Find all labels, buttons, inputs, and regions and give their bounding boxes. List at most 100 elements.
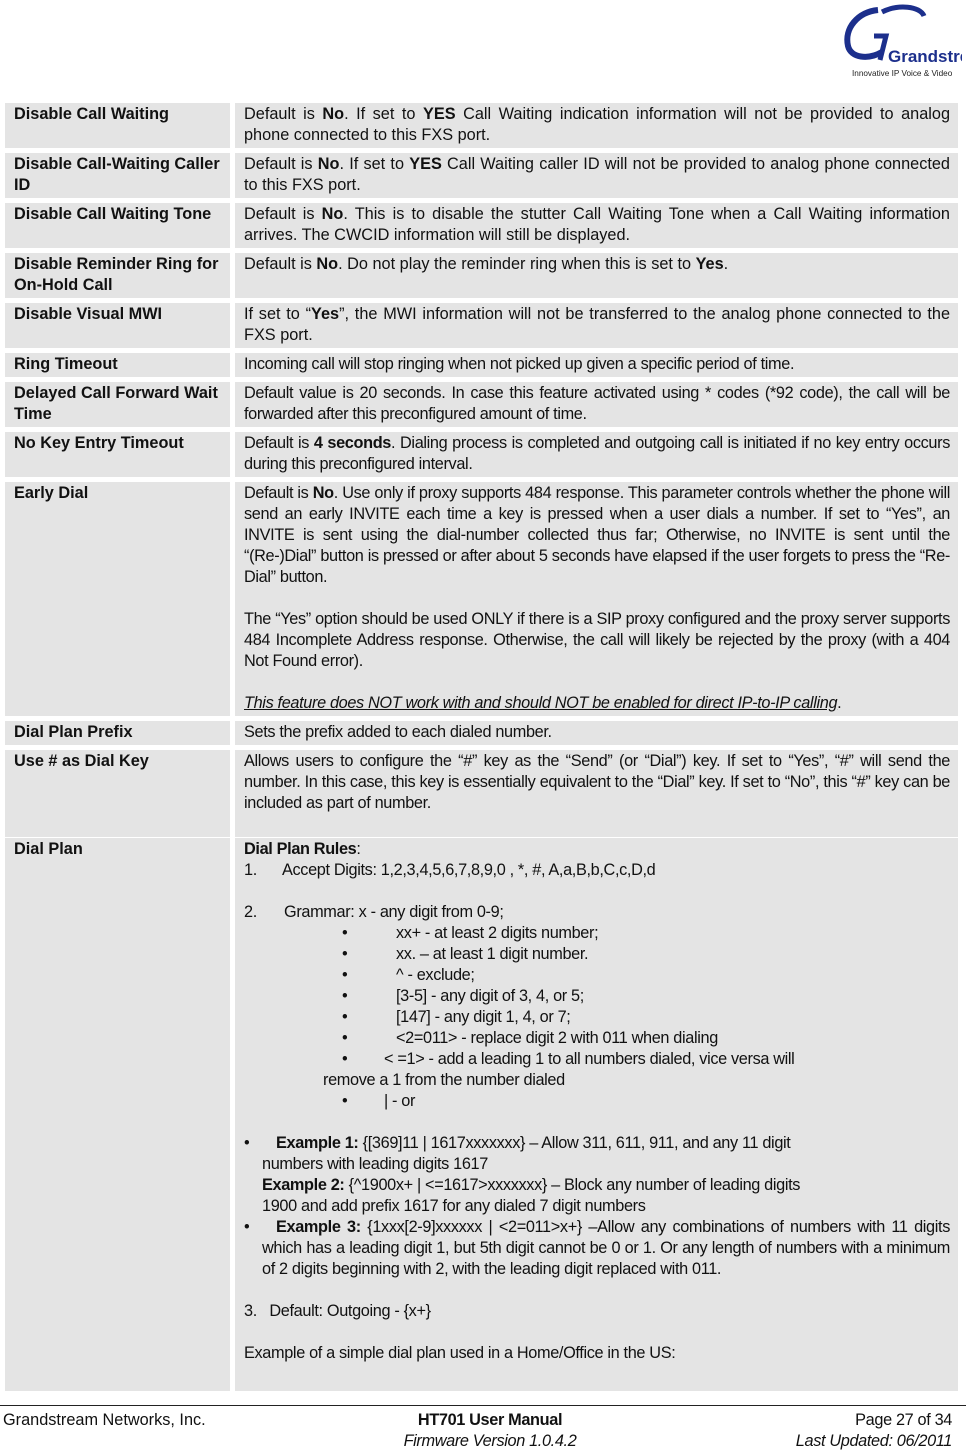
- bold-text: YES: [422, 105, 456, 123]
- row-description: Sets the prefix added to each dialed num…: [235, 721, 958, 745]
- row-description: Default is No. If set to YES Call Waitin…: [235, 103, 958, 148]
- row-description: If set to “Yes”, the MWI information wil…: [235, 303, 958, 348]
- text: Default is: [244, 255, 317, 273]
- row-description: Allows users to configure the “#” key as…: [235, 750, 958, 837]
- bullet-icon: •: [342, 1008, 348, 1026]
- footer-last-updated: Last Updated: 06/2011: [795, 1432, 953, 1450]
- text: Default is: [244, 434, 314, 452]
- grammar-item: • [147] - any digit 1, 4, or 7;: [244, 1007, 950, 1028]
- list-text: | - or: [384, 1092, 416, 1110]
- example-1: • Example 1: {[369]11 | 1617xxxxxxx} – A…: [244, 1133, 950, 1217]
- bold-text: 4 seconds: [313, 434, 392, 452]
- footer-manual-title: HT701 User Manual: [417, 1411, 563, 1429]
- list-number: 1.: [244, 861, 257, 879]
- row-label: Early Dial: [5, 482, 230, 716]
- bullet-icon: •: [342, 1092, 348, 1110]
- row-label: Disable Call-Waiting Caller ID: [5, 153, 230, 198]
- list-text: xx. – at least 1 digit number.: [396, 945, 589, 963]
- grammar-item: • xx+ - at least 2 digits number;: [244, 923, 950, 944]
- table-row: Disable Call-Waiting Caller ID Default is…: [5, 153, 958, 198]
- table-row: Disable Visual MWI If set to “Yes”, the M…: [5, 303, 958, 348]
- grammar-item: • | - or: [244, 1091, 950, 1112]
- heading-text: Dial Plan Rules: [244, 840, 357, 858]
- text: . Use only if proxy supports 484 respons…: [244, 484, 951, 586]
- table-row: Disable Call Waiting Tone Default is No. …: [5, 203, 958, 248]
- punct: :: [356, 840, 361, 858]
- bullet-icon: •: [342, 1050, 348, 1068]
- bold-text: Yes: [311, 305, 340, 323]
- grammar-item: • xx. – at least 1 digit number.: [244, 944, 950, 965]
- text: Default is: [244, 155, 318, 173]
- row-description: Default is 4 seconds. Dialing process is…: [235, 432, 958, 477]
- grammar-item: • ^ - exclude;: [244, 965, 950, 986]
- text: . Do not play the reminder ring when thi…: [338, 255, 696, 273]
- example-label: Example 3:: [276, 1218, 361, 1236]
- footer-page-number: Page 27 of 34: [855, 1411, 952, 1429]
- table-row: Delayed Call Forward Wait Time Default va…: [5, 382, 958, 427]
- early-dial-warning: This feature does NOT work with and shou…: [244, 694, 838, 712]
- row-description: Default is No. If set to YES Call Waitin…: [235, 153, 958, 198]
- list-text: < =1> - add a leading 1 to all numbers d…: [384, 1050, 795, 1068]
- logo-tagline: Innovative IP Voice & Video: [852, 69, 953, 78]
- dial-plan-table: Dial Plan Dial Plan Rules: 1. Accept Digi…: [5, 838, 958, 1396]
- label-text: Disable Call Waiting: [14, 105, 169, 123]
- table-row: No Key Entry Timeout Default is 4 seconds…: [5, 432, 958, 477]
- row-label: Disable Reminder Ring for On-Hold Call: [5, 253, 230, 298]
- footer-firmware: Firmware Version 1.0.4.2: [403, 1432, 577, 1450]
- label-text: No Key Entry Timeout: [14, 434, 184, 452]
- label-text: Disable Reminder Ring for On-Hold Call: [14, 255, 219, 294]
- list-text: xx+ - at least 2 digits number;: [396, 924, 599, 942]
- list-text: ^ - exclude;: [396, 966, 475, 984]
- table-row-use-hash-dial-key: Use # as Dial Key Allows users to config…: [5, 750, 958, 837]
- text: . This is to disable the stutter Call Wa…: [244, 205, 950, 244]
- text: Incoming call will stop ringing when not…: [244, 355, 795, 373]
- example-text: numbers with leading digits 1617: [262, 1155, 488, 1173]
- table-row: Disable Call Waiting Default is No. If se…: [5, 103, 958, 148]
- text: Default is: [244, 484, 313, 502]
- label-text: Disable Call-Waiting Caller ID: [14, 155, 220, 194]
- text: . If set to: [344, 105, 423, 123]
- label-text: Disable Call Waiting Tone: [14, 205, 212, 223]
- bold-text: No: [322, 105, 345, 123]
- grandstream-logo: Grandstream Innovative IP Voice & Video: [838, 2, 966, 82]
- label-text: Ring Timeout: [14, 355, 118, 373]
- table-row: Disable Reminder Ring for On-Hold Call De…: [5, 253, 958, 298]
- footer-page-info: Page 27 of 34 Last Updated: 06/2011: [795, 1410, 953, 1452]
- row-label: No Key Entry Timeout: [5, 432, 230, 477]
- bullet-icon: •: [342, 966, 348, 984]
- row-label: Disable Visual MWI: [5, 303, 230, 348]
- row-description: Default is No. This is to disable the st…: [235, 203, 958, 248]
- dial-plan-rules-heading: Dial Plan Rules:: [244, 839, 950, 860]
- grandstream-logo-icon: Grandstream Innovative IP Voice & Video: [844, 4, 966, 78]
- example-label: Example 2:: [262, 1176, 345, 1194]
- bullet-icon: •: [342, 924, 348, 942]
- bullet-icon: •: [342, 945, 348, 963]
- grammar-item: • <2=011> - replace digit 2 with 011 when…: [244, 1028, 950, 1049]
- label-text: Delayed Call Forward Wait Time: [14, 384, 218, 423]
- bold-text: Yes: [695, 255, 724, 273]
- text: Default is: [244, 205, 322, 223]
- label-text: Early Dial: [14, 484, 89, 502]
- example-text: {1xxx[2-9]xxxxxx | <2=011>x+} –Allow any…: [262, 1218, 950, 1278]
- rule-item-1: 1. Accept Digits: 1,2,3,4,5,6,7,8,9,0 , *…: [244, 860, 950, 881]
- bold-text: No: [316, 255, 339, 273]
- row-description: Dial Plan Rules: 1. Accept Digits: 1,2,3,…: [235, 838, 958, 1391]
- label-text: Use # as Dial Key: [14, 752, 149, 770]
- logo-wordmark: Grandstream: [888, 47, 962, 66]
- table-row: Ring Timeout Incoming call will stop ring…: [5, 353, 958, 377]
- list-text: <2=011> - replace digit 2 with 011 when …: [396, 1029, 718, 1047]
- table-row-dial-plan: Dial Plan Dial Plan Rules: 1. Accept Digi…: [5, 838, 958, 1391]
- page-footer: Grandstream Networks, Inc. HT701 User Ma…: [0, 1405, 966, 1450]
- row-description: Default value is 20 seconds. In case thi…: [235, 382, 958, 427]
- table-row-dial-plan-prefix: Dial Plan Prefix Sets the prefix added t…: [5, 721, 958, 745]
- example-text: {^1900x+ | <=1617>xxxxxxx} – Block any n…: [344, 1176, 801, 1194]
- table-row-early-dial: Early Dial Default is No. Use only if pr…: [5, 482, 958, 716]
- text: Default value is 20 seconds. In case thi…: [244, 384, 950, 423]
- row-label: Use # as Dial Key: [5, 750, 230, 837]
- early-dial-paragraph-1: Default is No. Use only if proxy support…: [244, 483, 950, 588]
- early-dial-note: This feature does NOT work with and shou…: [244, 693, 950, 714]
- text: If set to “: [244, 305, 312, 323]
- bullet-icon: •: [342, 987, 348, 1005]
- example-text: 1900 and add prefix 1617 for any dialed …: [262, 1197, 646, 1215]
- grammar-list: • xx+ - at least 2 digits number; • xx. – a…: [244, 923, 950, 1049]
